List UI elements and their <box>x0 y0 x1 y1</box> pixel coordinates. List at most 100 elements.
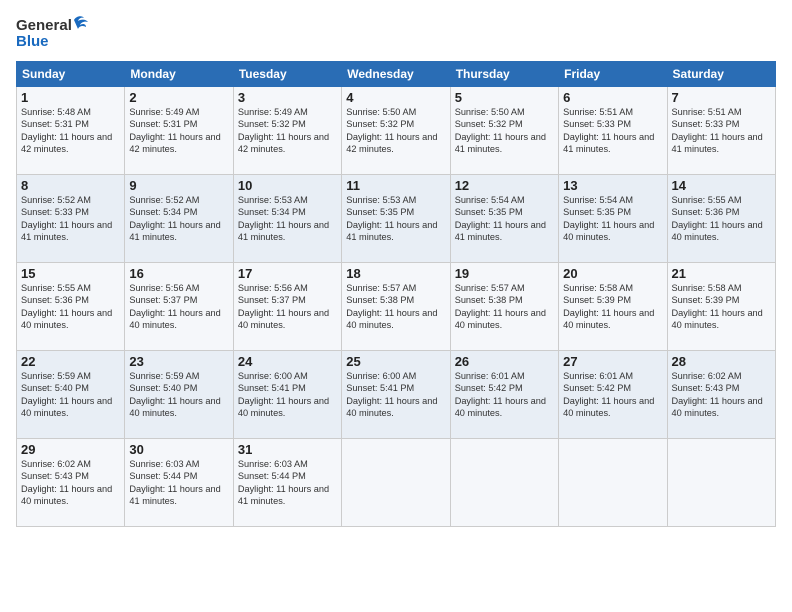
day-info: Sunrise: 5:55 AMSunset: 5:36 PMDaylight:… <box>21 282 120 332</box>
svg-text:Blue: Blue <box>16 33 49 50</box>
weekday-header-wednesday: Wednesday <box>342 62 450 87</box>
day-info: Sunrise: 5:57 AMSunset: 5:38 PMDaylight:… <box>346 282 445 332</box>
day-info: Sunrise: 5:53 AMSunset: 5:34 PMDaylight:… <box>238 194 337 244</box>
day-number: 20 <box>563 266 662 281</box>
day-info: Sunrise: 5:56 AMSunset: 5:37 PMDaylight:… <box>238 282 337 332</box>
day-cell: 29Sunrise: 6:02 AMSunset: 5:43 PMDayligh… <box>17 439 125 527</box>
day-number: 2 <box>129 90 228 105</box>
day-cell: 23Sunrise: 5:59 AMSunset: 5:40 PMDayligh… <box>125 351 233 439</box>
day-cell: 9Sunrise: 5:52 AMSunset: 5:34 PMDaylight… <box>125 175 233 263</box>
day-number: 1 <box>21 90 120 105</box>
day-cell <box>559 439 667 527</box>
day-cell: 16Sunrise: 5:56 AMSunset: 5:37 PMDayligh… <box>125 263 233 351</box>
day-info: Sunrise: 5:55 AMSunset: 5:36 PMDaylight:… <box>672 194 771 244</box>
day-number: 15 <box>21 266 120 281</box>
day-number: 17 <box>238 266 337 281</box>
day-number: 29 <box>21 442 120 457</box>
day-cell: 11Sunrise: 5:53 AMSunset: 5:35 PMDayligh… <box>342 175 450 263</box>
calendar-table: SundayMondayTuesdayWednesdayThursdayFrid… <box>16 61 776 527</box>
day-info: Sunrise: 5:52 AMSunset: 5:33 PMDaylight:… <box>21 194 120 244</box>
logo: General Blue <box>16 12 96 57</box>
day-info: Sunrise: 5:49 AMSunset: 5:32 PMDaylight:… <box>238 106 337 156</box>
day-number: 30 <box>129 442 228 457</box>
day-number: 24 <box>238 354 337 369</box>
weekday-header-saturday: Saturday <box>667 62 775 87</box>
day-number: 26 <box>455 354 554 369</box>
day-info: Sunrise: 6:03 AMSunset: 5:44 PMDaylight:… <box>238 458 337 508</box>
title-area <box>96 12 776 14</box>
day-info: Sunrise: 6:01 AMSunset: 5:42 PMDaylight:… <box>455 370 554 420</box>
day-info: Sunrise: 5:48 AMSunset: 5:31 PMDaylight:… <box>21 106 120 156</box>
day-info: Sunrise: 5:58 AMSunset: 5:39 PMDaylight:… <box>563 282 662 332</box>
day-info: Sunrise: 5:54 AMSunset: 5:35 PMDaylight:… <box>455 194 554 244</box>
day-number: 12 <box>455 178 554 193</box>
weekday-header-sunday: Sunday <box>17 62 125 87</box>
day-number: 25 <box>346 354 445 369</box>
day-number: 3 <box>238 90 337 105</box>
week-row-1: 1Sunrise: 5:48 AMSunset: 5:31 PMDaylight… <box>17 87 776 175</box>
day-cell: 3Sunrise: 5:49 AMSunset: 5:32 PMDaylight… <box>233 87 341 175</box>
day-info: Sunrise: 5:51 AMSunset: 5:33 PMDaylight:… <box>563 106 662 156</box>
day-cell: 19Sunrise: 5:57 AMSunset: 5:38 PMDayligh… <box>450 263 558 351</box>
day-number: 14 <box>672 178 771 193</box>
day-info: Sunrise: 5:53 AMSunset: 5:35 PMDaylight:… <box>346 194 445 244</box>
day-number: 8 <box>21 178 120 193</box>
day-cell: 13Sunrise: 5:54 AMSunset: 5:35 PMDayligh… <box>559 175 667 263</box>
day-cell: 18Sunrise: 5:57 AMSunset: 5:38 PMDayligh… <box>342 263 450 351</box>
day-cell: 24Sunrise: 6:00 AMSunset: 5:41 PMDayligh… <box>233 351 341 439</box>
day-info: Sunrise: 5:54 AMSunset: 5:35 PMDaylight:… <box>563 194 662 244</box>
day-number: 5 <box>455 90 554 105</box>
day-info: Sunrise: 5:56 AMSunset: 5:37 PMDaylight:… <box>129 282 228 332</box>
day-cell: 26Sunrise: 6:01 AMSunset: 5:42 PMDayligh… <box>450 351 558 439</box>
day-number: 13 <box>563 178 662 193</box>
day-number: 31 <box>238 442 337 457</box>
day-number: 9 <box>129 178 228 193</box>
weekday-header-row: SundayMondayTuesdayWednesdayThursdayFrid… <box>17 62 776 87</box>
day-number: 19 <box>455 266 554 281</box>
day-cell: 8Sunrise: 5:52 AMSunset: 5:33 PMDaylight… <box>17 175 125 263</box>
day-cell: 2Sunrise: 5:49 AMSunset: 5:31 PMDaylight… <box>125 87 233 175</box>
day-cell: 10Sunrise: 5:53 AMSunset: 5:34 PMDayligh… <box>233 175 341 263</box>
day-info: Sunrise: 5:49 AMSunset: 5:31 PMDaylight:… <box>129 106 228 156</box>
weekday-header-friday: Friday <box>559 62 667 87</box>
week-row-4: 22Sunrise: 5:59 AMSunset: 5:40 PMDayligh… <box>17 351 776 439</box>
svg-text:General: General <box>16 17 72 34</box>
day-info: Sunrise: 5:59 AMSunset: 5:40 PMDaylight:… <box>21 370 120 420</box>
day-number: 7 <box>672 90 771 105</box>
day-info: Sunrise: 6:01 AMSunset: 5:42 PMDaylight:… <box>563 370 662 420</box>
day-cell: 28Sunrise: 6:02 AMSunset: 5:43 PMDayligh… <box>667 351 775 439</box>
day-cell: 15Sunrise: 5:55 AMSunset: 5:36 PMDayligh… <box>17 263 125 351</box>
day-number: 23 <box>129 354 228 369</box>
day-cell: 1Sunrise: 5:48 AMSunset: 5:31 PMDaylight… <box>17 87 125 175</box>
week-row-5: 29Sunrise: 6:02 AMSunset: 5:43 PMDayligh… <box>17 439 776 527</box>
day-info: Sunrise: 5:59 AMSunset: 5:40 PMDaylight:… <box>129 370 228 420</box>
day-info: Sunrise: 5:52 AMSunset: 5:34 PMDaylight:… <box>129 194 228 244</box>
week-row-2: 8Sunrise: 5:52 AMSunset: 5:33 PMDaylight… <box>17 175 776 263</box>
day-number: 27 <box>563 354 662 369</box>
day-cell: 7Sunrise: 5:51 AMSunset: 5:33 PMDaylight… <box>667 87 775 175</box>
day-number: 28 <box>672 354 771 369</box>
day-cell <box>667 439 775 527</box>
day-cell: 30Sunrise: 6:03 AMSunset: 5:44 PMDayligh… <box>125 439 233 527</box>
day-cell: 6Sunrise: 5:51 AMSunset: 5:33 PMDaylight… <box>559 87 667 175</box>
day-cell: 4Sunrise: 5:50 AMSunset: 5:32 PMDaylight… <box>342 87 450 175</box>
weekday-header-monday: Monday <box>125 62 233 87</box>
week-row-3: 15Sunrise: 5:55 AMSunset: 5:36 PMDayligh… <box>17 263 776 351</box>
day-number: 11 <box>346 178 445 193</box>
day-info: Sunrise: 5:57 AMSunset: 5:38 PMDaylight:… <box>455 282 554 332</box>
header: General Blue <box>16 12 776 57</box>
day-info: Sunrise: 5:50 AMSunset: 5:32 PMDaylight:… <box>455 106 554 156</box>
weekday-header-tuesday: Tuesday <box>233 62 341 87</box>
day-info: Sunrise: 5:51 AMSunset: 5:33 PMDaylight:… <box>672 106 771 156</box>
day-number: 16 <box>129 266 228 281</box>
day-info: Sunrise: 5:50 AMSunset: 5:32 PMDaylight:… <box>346 106 445 156</box>
day-cell: 20Sunrise: 5:58 AMSunset: 5:39 PMDayligh… <box>559 263 667 351</box>
day-cell: 22Sunrise: 5:59 AMSunset: 5:40 PMDayligh… <box>17 351 125 439</box>
day-number: 22 <box>21 354 120 369</box>
day-cell <box>342 439 450 527</box>
day-cell: 27Sunrise: 6:01 AMSunset: 5:42 PMDayligh… <box>559 351 667 439</box>
day-cell: 5Sunrise: 5:50 AMSunset: 5:32 PMDaylight… <box>450 87 558 175</box>
day-cell: 12Sunrise: 5:54 AMSunset: 5:35 PMDayligh… <box>450 175 558 263</box>
day-info: Sunrise: 6:00 AMSunset: 5:41 PMDaylight:… <box>238 370 337 420</box>
day-info: Sunrise: 6:02 AMSunset: 5:43 PMDaylight:… <box>21 458 120 508</box>
